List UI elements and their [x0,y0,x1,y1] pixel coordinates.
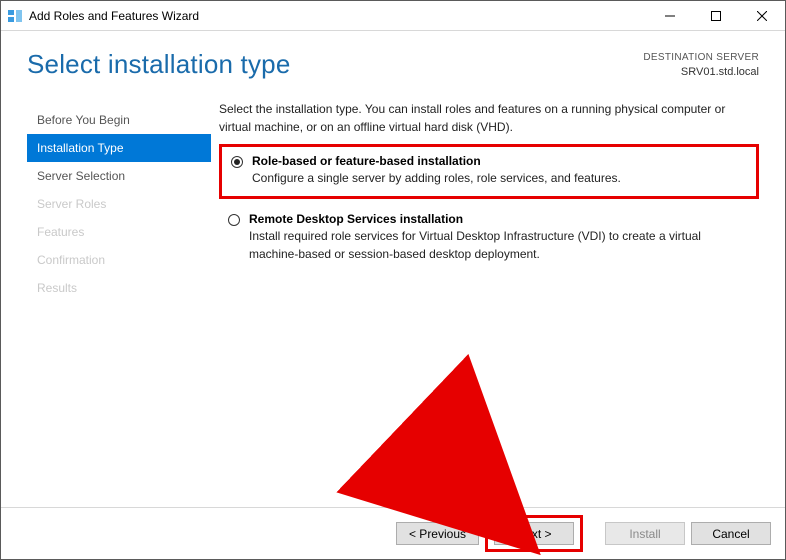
option-rds-desc: Install required role services for Virtu… [249,228,749,263]
option-rds-text: Remote Desktop Services installation Ins… [249,211,749,263]
previous-button[interactable]: < Previous [396,522,479,545]
wizard-body: Before You Begin Installation Type Serve… [1,88,785,507]
intro-text: Select the installation type. You can in… [219,100,759,136]
window-title: Add Roles and Features Wizard [29,9,647,23]
destination-server-block: DESTINATION SERVER SRV01.std.local [643,51,759,79]
option-role-based-title: Role-based or feature-based installation [252,153,746,170]
app-icon [7,8,23,24]
wizard-footer: < Previous Next > Install Cancel [1,507,785,559]
wizard-header: Select installation type DESTINATION SER… [1,31,785,88]
step-features: Features [27,218,211,246]
option-role-based-desc: Configure a single server by adding role… [252,170,746,187]
steps-sidebar: Before You Begin Installation Type Serve… [1,100,211,507]
option-rds-title: Remote Desktop Services installation [249,211,749,228]
step-server-roles: Server Roles [27,190,211,218]
step-before-you-begin[interactable]: Before You Begin [27,106,211,134]
titlebar: Add Roles and Features Wizard [1,1,785,31]
step-results: Results [27,274,211,302]
install-button: Install [605,522,685,545]
minimize-button[interactable] [647,1,693,30]
window-controls [647,1,785,30]
wizard-window: Add Roles and Features Wizard Select ins… [0,0,786,560]
destination-value: SRV01.std.local [643,65,759,80]
main-panel: Select the installation type. You can in… [211,100,759,507]
destination-label: DESTINATION SERVER [643,51,759,65]
option-rds[interactable]: Remote Desktop Services installation Ins… [219,205,759,271]
maximize-button[interactable] [693,1,739,30]
next-button-highlight: Next > [485,515,583,552]
cancel-button[interactable]: Cancel [691,522,771,545]
close-button[interactable] [739,1,785,30]
step-installation-type[interactable]: Installation Type [27,134,211,162]
step-server-selection[interactable]: Server Selection [27,162,211,190]
radio-rds[interactable] [228,214,240,226]
step-confirmation: Confirmation [27,246,211,274]
option-role-based-text: Role-based or feature-based installation… [252,153,746,188]
option-role-based[interactable]: Role-based or feature-based installation… [219,144,759,199]
radio-role-based[interactable] [231,156,243,168]
next-button[interactable]: Next > [494,522,574,545]
